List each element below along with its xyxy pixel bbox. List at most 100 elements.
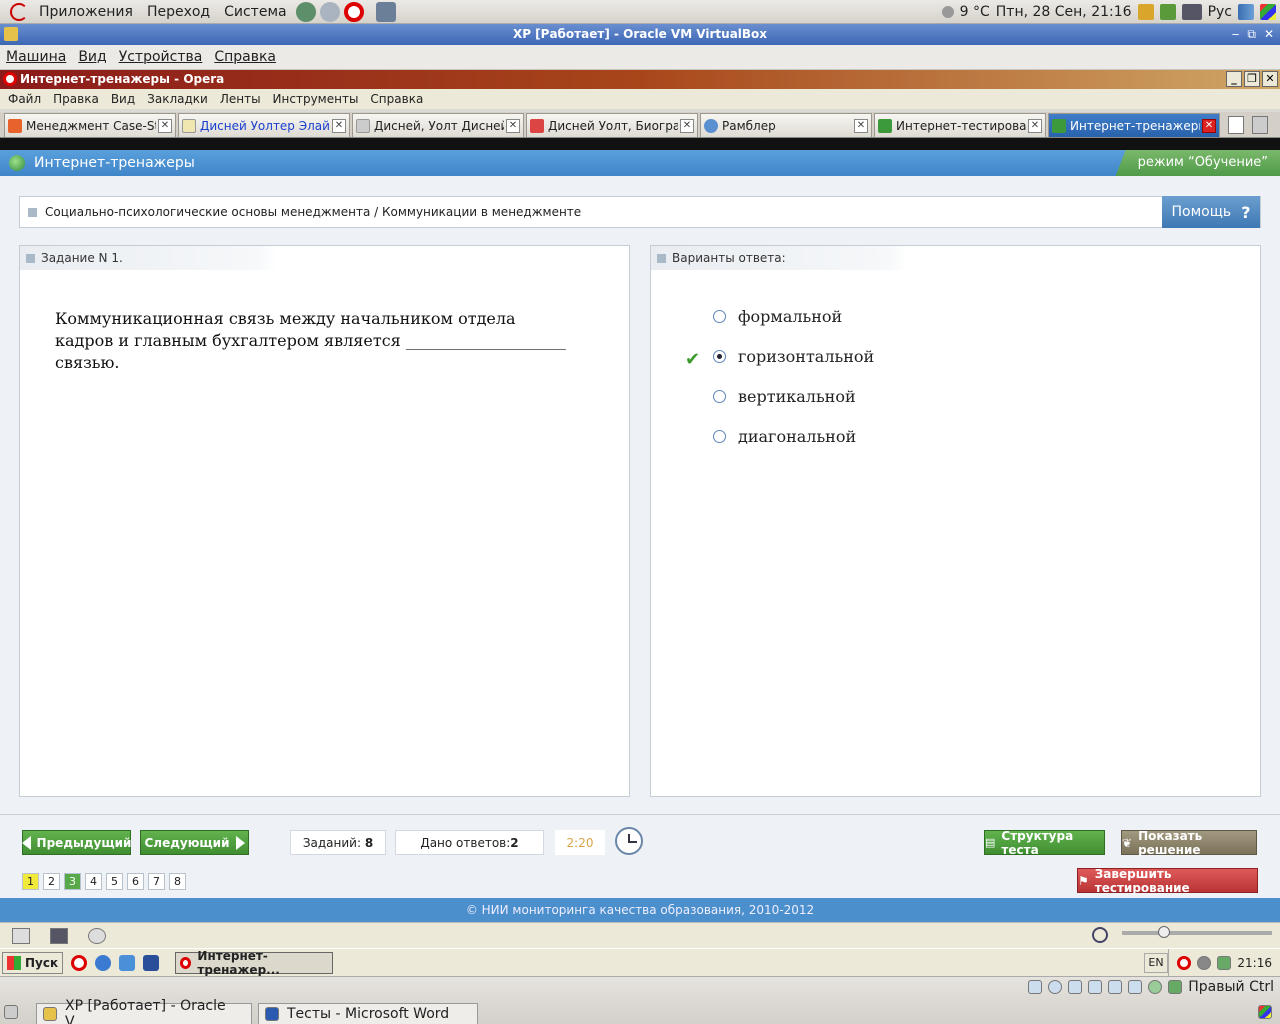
- mail-launcher-icon[interactable]: [319, 1, 340, 22]
- page-link-5[interactable]: 5: [106, 873, 123, 890]
- vbox-menu-machine[interactable]: Машина: [0, 49, 72, 65]
- tab-close-icon[interactable]: ✕: [854, 118, 868, 133]
- answer-label[interactable]: формальной: [738, 307, 842, 326]
- opera-menu-feeds[interactable]: Ленты: [214, 92, 267, 106]
- page-link-7[interactable]: 7: [148, 873, 165, 890]
- opera-menu-file[interactable]: Файл: [2, 92, 47, 106]
- answer-label[interactable]: горизонтальной: [738, 347, 874, 366]
- maximize-icon[interactable]: ⧉: [1247, 24, 1256, 45]
- page-link-8[interactable]: 8: [169, 873, 186, 890]
- host-task-vbox[interactable]: XP [Работает] - Oracle V...: [36, 998, 252, 1024]
- close-icon[interactable]: ✕: [1264, 24, 1274, 45]
- help-button[interactable]: Помощь ?: [1162, 196, 1260, 228]
- keyboard-layout[interactable]: Рус: [1208, 4, 1232, 20]
- test-structure-button[interactable]: ▤ Структура теста: [984, 829, 1105, 857]
- zoom-slider-knob[interactable]: [1158, 926, 1170, 938]
- xp-clock[interactable]: 21:16: [1237, 956, 1272, 970]
- opera-menu-edit[interactable]: Правка: [47, 92, 105, 106]
- vbox-menu-view[interactable]: Вид: [72, 49, 112, 65]
- page-link-3[interactable]: 3: [64, 873, 81, 890]
- show-solution-button[interactable]: ❦ Показать решение: [1121, 829, 1257, 857]
- opera-tray-icon[interactable]: [1177, 956, 1192, 970]
- page-link-4[interactable]: 4: [85, 873, 102, 890]
- tab-rambler[interactable]: Рамблер ✕: [700, 113, 872, 137]
- new-tab-icon[interactable]: [1228, 115, 1244, 134]
- answer-label[interactable]: диагональной: [738, 427, 856, 446]
- virtualization-icon[interactable]: [1148, 980, 1163, 994]
- tab-management-case[interactable]: Менеджмент Case-Stud... ✕: [4, 113, 176, 137]
- weather-temp[interactable]: 9 °C: [960, 4, 990, 20]
- desktop-quicklaunch-icon[interactable]: [143, 954, 160, 971]
- radio-button[interactable]: [713, 310, 726, 323]
- next-button[interactable]: Следующий: [140, 830, 249, 855]
- trash-icon[interactable]: [1252, 115, 1268, 134]
- opera-quicklaunch-icon[interactable]: [71, 954, 88, 971]
- tab-disney-bio[interactable]: Дисней Уолт, Биограф... ✕: [526, 113, 698, 137]
- page-link-2[interactable]: 2: [43, 873, 60, 890]
- page-link-1[interactable]: 1: [22, 873, 39, 890]
- speaker-tray-icon[interactable]: [1197, 956, 1212, 970]
- show-desktop-icon[interactable]: [4, 1005, 18, 1019]
- outlook-quicklaunch-icon[interactable]: [119, 954, 136, 971]
- tab-internet-trainers[interactable]: Интернет-тренажеры ✕: [1048, 113, 1220, 137]
- speed-dial-icon[interactable]: [88, 927, 106, 944]
- network-tray-icon[interactable]: [1217, 956, 1232, 970]
- menu-applications[interactable]: Приложения: [32, 4, 140, 20]
- disk-icon[interactable]: [1028, 980, 1043, 994]
- tab-close-icon[interactable]: ✕: [506, 118, 520, 133]
- vbox-window-titlebar[interactable]: XP [Работает] - Oracle VM VirtualBox ‒ ⧉…: [0, 24, 1280, 45]
- tab-close-icon[interactable]: ✕: [158, 118, 172, 133]
- finish-test-button[interactable]: ⚑ Завершить тестирование: [1077, 867, 1258, 895]
- opera-window-titlebar[interactable]: Интернет-тренажеры - Opera _ ❐ ✕: [0, 70, 1280, 89]
- vbox-menu-help[interactable]: Справка: [208, 49, 282, 65]
- cdrom-icon[interactable]: [1048, 980, 1063, 994]
- network-adapter-icon[interactable]: [1088, 980, 1103, 994]
- usb-icon[interactable]: [1068, 980, 1083, 994]
- answer-option-diagonal[interactable]: диагональной: [713, 427, 856, 446]
- panel-datetime[interactable]: Птн, 28 Сен, 21:16: [996, 4, 1132, 20]
- answer-option-vertical[interactable]: вертикальной: [713, 387, 856, 406]
- opera-close-icon[interactable]: ✕: [1262, 71, 1278, 87]
- opera-menu-tools[interactable]: Инструменты: [267, 92, 365, 106]
- answer-option-horizontal[interactable]: горизонтальной: [713, 347, 874, 366]
- page-link-6[interactable]: 6: [127, 873, 144, 890]
- workspace-switcher-icon[interactable]: [1258, 1005, 1272, 1019]
- debian-logo-icon[interactable]: [10, 2, 28, 21]
- opera-menu-bookmarks[interactable]: Закладки: [141, 92, 214, 106]
- tab-close-icon[interactable]: ✕: [332, 118, 346, 133]
- answer-label[interactable]: вертикальной: [738, 387, 856, 406]
- windows-flag-icon[interactable]: [1260, 4, 1276, 20]
- vbox-window-icon[interactable]: [4, 27, 18, 41]
- opera-menu-help[interactable]: Справка: [364, 92, 429, 106]
- taskbar-opera-button[interactable]: Интернет-тренажер...: [175, 949, 334, 977]
- opera-launcher-icon[interactable]: [343, 1, 364, 22]
- panels-icon[interactable]: [12, 927, 30, 944]
- prev-button[interactable]: Предыдущий: [21, 830, 131, 855]
- start-button[interactable]: Пуск: [2, 951, 64, 974]
- zoom-slider[interactable]: [1122, 926, 1272, 938]
- language-indicator[interactable]: EN: [1144, 953, 1168, 973]
- menu-system[interactable]: Система: [217, 4, 293, 20]
- ie-quicklaunch-icon[interactable]: [95, 954, 112, 971]
- tab-internet-testing[interactable]: Интернет-тестирование ✕: [874, 113, 1046, 137]
- shared-folder-icon[interactable]: [1108, 980, 1123, 994]
- tab-close-icon[interactable]: ✕: [1202, 118, 1216, 133]
- radio-button[interactable]: [713, 430, 726, 443]
- zoom-icon[interactable]: [1092, 927, 1108, 943]
- updates-icon[interactable]: [1137, 4, 1154, 20]
- minimize-icon[interactable]: ‒: [1232, 24, 1240, 45]
- menu-places[interactable]: Переход: [140, 4, 217, 20]
- opera-menu-view[interactable]: Вид: [105, 92, 141, 106]
- opera-restore-icon[interactable]: ❐: [1244, 71, 1260, 87]
- fast-forward-icon[interactable]: [50, 927, 68, 944]
- opera-minimize-icon[interactable]: _: [1226, 71, 1242, 87]
- display-icon[interactable]: [1128, 980, 1143, 994]
- tab-close-icon[interactable]: ✕: [1028, 118, 1042, 133]
- radio-button[interactable]: [713, 350, 726, 363]
- recycle-icon[interactable]: [1159, 4, 1176, 20]
- browser-launcher-icon[interactable]: [295, 1, 316, 22]
- network-signal-icon[interactable]: [1238, 4, 1254, 20]
- radio-button[interactable]: [713, 390, 726, 403]
- display-icon[interactable]: [1181, 4, 1202, 20]
- host-task-word[interactable]: Тесты - Microsoft Word: [258, 1003, 478, 1024]
